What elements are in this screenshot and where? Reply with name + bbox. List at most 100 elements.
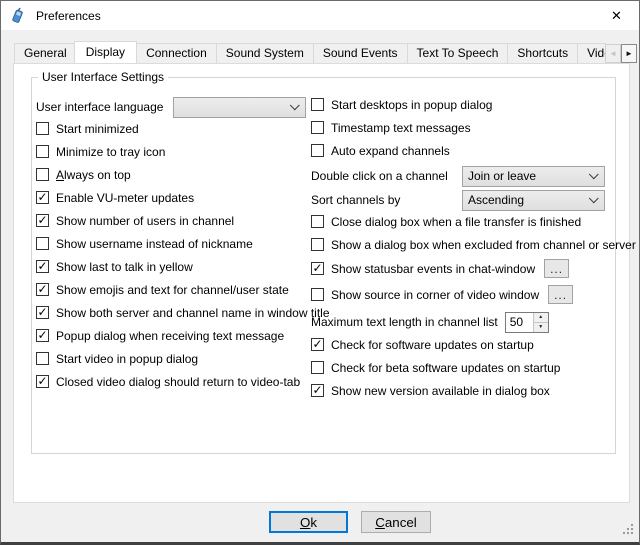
- label-show-statusbar-events-in-chat-window: Show statusbar events in chat-window: [331, 262, 535, 276]
- options-button-show-statusbar-events-in-chat-window[interactable]: ...: [544, 259, 569, 278]
- checkbox-enable-vu-meter-updates[interactable]: ✓: [36, 191, 49, 204]
- checkbox-start-video-in-popup-dialog[interactable]: ✓: [36, 352, 49, 365]
- label-start-video-in-popup-dialog: Start video in popup dialog: [56, 352, 198, 366]
- row-minimize-to-tray-icon: ✓Minimize to tray icon: [36, 143, 309, 160]
- label-user-interface-language: User interface language: [36, 100, 173, 114]
- spin-buttons: ▲▼: [533, 313, 548, 332]
- label-check-for-beta-software-updates-on-startup: Check for beta software updates on start…: [331, 361, 560, 375]
- chevron-down-icon: [585, 173, 604, 180]
- checkmark-icon: ✓: [37, 191, 47, 203]
- row-enable-vu-meter-updates: ✓Enable VU-meter updates: [36, 189, 309, 206]
- label-sort-channels-by: Sort channels by: [311, 193, 462, 207]
- tab-sound-events[interactable]: Sound Events: [313, 43, 408, 63]
- checkmark-icon: ✓: [312, 338, 322, 350]
- checkbox-show-last-to-talk-in-yellow[interactable]: ✓: [36, 260, 49, 273]
- checkbox-check-for-software-updates-on-startup[interactable]: ✓: [311, 338, 324, 351]
- right-column: ✓ Start desktops in popup dialog ✓Timestam…: [311, 96, 611, 405]
- tab-display[interactable]: Display: [74, 41, 137, 63]
- checkbox-closed-video-dialog-should-return-to-video-tab[interactable]: ✓: [36, 375, 49, 388]
- row-show-last-to-talk-in-yellow: ✓ Show last to talk in yellow: [36, 258, 309, 275]
- checkbox-timestamp-text-messages[interactable]: ✓: [311, 121, 324, 134]
- spin-up-button[interactable]: ▲: [534, 313, 548, 323]
- app-icon: [10, 7, 27, 24]
- label-show-both-server-and-channel-name-in-window-title: Show both server and channel name in win…: [56, 306, 330, 320]
- label-popup-dialog-when-receiving-text-message: Popup dialog when receiving text message: [56, 329, 284, 343]
- checkmark-icon: ✓: [37, 214, 47, 226]
- row-auto-expand-channels: ✓ Auto expand channels: [311, 142, 611, 159]
- checkbox-show-source-in-corner-of-video-window[interactable]: ✓: [311, 288, 324, 301]
- combo-sort-channels-by[interactable]: Ascending: [462, 190, 605, 211]
- row-timestamp-text-messages: ✓Timestamp text messages: [311, 119, 611, 136]
- checkbox-check-for-beta-software-updates-on-startup[interactable]: ✓: [311, 361, 324, 374]
- tab-general[interactable]: General: [14, 43, 77, 63]
- label-start-desktops-in-popup-dialog: Start desktops in popup dialog: [331, 98, 492, 112]
- label-show-username-instead-of-nickname: Show username instead of nickname: [56, 237, 253, 251]
- spin-down-button[interactable]: ▼: [534, 323, 548, 332]
- row-show-username-instead-of-nickname: ✓ Show username instead of nickname: [36, 235, 309, 252]
- checkbox-show-number-of-users-in-channel[interactable]: ✓: [36, 214, 49, 227]
- title-bar: Preferences ✕: [1, 1, 639, 30]
- window-title: Preferences: [36, 9, 101, 23]
- tab-shortcuts[interactable]: Shortcuts: [507, 43, 578, 63]
- row-show-source-in-corner-of-video-window: ✓ Show source in corner of video window..…: [311, 285, 611, 304]
- checkbox-start-minimized[interactable]: ✓: [36, 122, 49, 135]
- label-show-emojis-and-text-for-channel-user-state: Show emojis and text for channel/user st…: [56, 283, 289, 297]
- label-start-minimized: Start minimized: [56, 122, 139, 136]
- row-show-both-server-and-channel-name-in-window-title: ✓Show both server and channel name in wi…: [36, 304, 309, 321]
- row-popup-dialog-when-receiving-text-message: ✓ Popup dialog when receiving text messag…: [36, 327, 309, 344]
- row-show-statusbar-events-in-chat-window: ✓ Show statusbar events in chat-window...: [311, 259, 611, 278]
- checkmark-icon: ✓: [37, 375, 47, 387]
- label-double-click-on-a-channel: Double click on a channel: [311, 169, 462, 183]
- row-closed-video-dialog-should-return-to-video-tab: ✓ Closed video dialog should return to vi…: [36, 373, 309, 390]
- label-show-a-dialog-box-when-excluded-from-channel-or-server: Show a dialog box when excluded from cha…: [331, 238, 636, 252]
- spin-value-maximum-text-length-in-channel-list[interactable]: 50: [506, 313, 533, 332]
- options-button-show-source-in-corner-of-video-window[interactable]: ...: [548, 285, 573, 304]
- checkbox-show-both-server-and-channel-name-in-window-title[interactable]: ✓: [36, 306, 49, 319]
- row-start-minimized: ✓ Start minimized: [36, 120, 309, 137]
- combo-user-interface-language[interactable]: [173, 97, 306, 118]
- checkmark-icon: ✓: [37, 283, 47, 295]
- label-always-on-top: Always on top: [56, 168, 131, 182]
- row-start-desktops-in-popup-dialog: ✓ Start desktops in popup dialog: [311, 96, 611, 113]
- spinbox-maximum-text-length-in-channel-list: 50▲▼: [505, 312, 549, 333]
- checkbox-show-new-version-available-in-dialog-box[interactable]: ✓: [311, 384, 324, 397]
- row-sort-channels-by: Sort channels byAscending: [311, 189, 611, 211]
- ok-button[interactable]: Ok: [269, 511, 348, 533]
- checkbox-show-a-dialog-box-when-excluded-from-channel-or-server[interactable]: ✓: [311, 238, 324, 251]
- label-show-source-in-corner-of-video-window: Show source in corner of video window: [331, 288, 539, 302]
- checkbox-auto-expand-channels[interactable]: ✓: [311, 144, 324, 157]
- tab-scroll-right-button[interactable]: ►: [621, 44, 637, 63]
- row-always-on-top: ✓ Always on top: [36, 166, 309, 183]
- checkmark-icon: ✓: [37, 260, 47, 272]
- combo-value-sort-channels-by: Ascending: [463, 193, 585, 207]
- row-check-for-software-updates-on-startup: ✓ Check for software updates on startup: [311, 336, 611, 353]
- checkbox-show-emojis-and-text-for-channel-user-state[interactable]: ✓: [36, 283, 49, 296]
- label-check-for-software-updates-on-startup: Check for software updates on startup: [331, 338, 534, 352]
- tab-sound-system[interactable]: Sound System: [216, 43, 314, 63]
- display-tab-page: User Interface Settings User interface l…: [13, 63, 630, 503]
- row-start-video-in-popup-dialog: ✓ Start video in popup dialog: [36, 350, 309, 367]
- checkmark-icon: ✓: [37, 329, 47, 341]
- checkbox-start-desktops-in-popup-dialog[interactable]: ✓: [311, 98, 324, 111]
- tab-video[interactable]: Video: [577, 43, 606, 63]
- close-button[interactable]: ✕: [594, 1, 639, 30]
- label-closed-video-dialog-should-return-to-video-tab: Closed video dialog should return to vid…: [56, 375, 300, 389]
- tab-connection[interactable]: Connection: [136, 43, 217, 63]
- checkbox-popup-dialog-when-receiving-text-message[interactable]: ✓: [36, 329, 49, 342]
- checkbox-always-on-top[interactable]: ✓: [36, 168, 49, 181]
- checkbox-close-dialog-box-when-a-file-transfer-is-finished[interactable]: ✓: [311, 215, 324, 228]
- label-auto-expand-channels: Auto expand channels: [331, 144, 450, 158]
- row-user-interface-language: User interface language: [36, 96, 309, 118]
- checkbox-minimize-to-tray-icon[interactable]: ✓: [36, 145, 49, 158]
- checkbox-show-statusbar-events-in-chat-window[interactable]: ✓: [311, 262, 324, 275]
- cancel-button[interactable]: Cancel: [361, 511, 431, 533]
- label-show-last-to-talk-in-yellow: Show last to talk in yellow: [56, 260, 193, 274]
- checkmark-icon: ✓: [312, 262, 322, 274]
- tab-text-to-speech[interactable]: Text To Speech: [407, 43, 509, 63]
- chevron-down-icon: [286, 104, 305, 111]
- row-show-new-version-available-in-dialog-box: ✓Show new version available in dialog bo…: [311, 382, 611, 399]
- combo-double-click-on-a-channel[interactable]: Join or leave: [462, 166, 605, 187]
- checkmark-icon: ✓: [312, 384, 322, 396]
- resize-grip[interactable]: [621, 522, 634, 535]
- checkbox-show-username-instead-of-nickname[interactable]: ✓: [36, 237, 49, 250]
